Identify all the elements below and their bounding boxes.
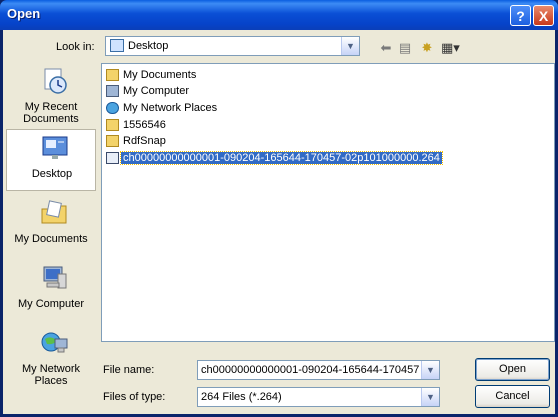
new-folder-icon[interactable]: ✸ [418, 40, 436, 55]
title-bar[interactable]: Open ? X [0, 0, 558, 30]
cancel-button[interactable]: Cancel [475, 385, 550, 408]
file-name-value: ch00000000000001-090204-165644-170457-02… [201, 364, 419, 376]
my-documents-icon [41, 200, 67, 224]
files-of-type-value: 264 Files (*.264) [201, 391, 282, 403]
open-dialog: Open ? X Look in: Desktop ▼ ⬅ ▤ ✸ ▦▾ My … [0, 0, 558, 417]
place-desktop[interactable]: Desktop [6, 129, 96, 191]
file-list[interactable]: My Documents My Computer My Network Plac… [101, 63, 555, 342]
computer-icon [106, 85, 119, 97]
my-documents-icon [106, 69, 119, 81]
view-menu-icon[interactable]: ▦▾ [441, 40, 460, 55]
desktop-icon [42, 136, 68, 159]
file-name-label: File name: [103, 364, 155, 376]
up-folder-icon[interactable]: ▤ [396, 40, 414, 55]
place-my-documents[interactable]: My Documents [6, 195, 96, 257]
computer-icon [43, 266, 67, 289]
dialog-title: Open [7, 6, 41, 21]
place-my-network-places[interactable]: My Network Places [6, 325, 96, 387]
network-icon [41, 332, 68, 353]
look-in-combo[interactable]: Desktop ▼ [105, 36, 360, 56]
desktop-icon [110, 39, 124, 52]
file-icon [106, 152, 119, 164]
back-arrow-icon[interactable]: ⬅ [377, 40, 395, 55]
place-label: My Documents [14, 233, 88, 245]
place-label: My Computer [17, 298, 85, 310]
selected-file-name: ch00000000000001-090204-165644-170457-02… [120, 151, 443, 165]
dialog-body: Look in: Desktop ▼ ⬅ ▤ ✸ ▦▾ My Recent Do… [3, 30, 555, 414]
place-my-computer[interactable]: My Computer [6, 260, 96, 322]
close-button[interactable]: X [533, 5, 554, 26]
help-button[interactable]: ? [510, 5, 531, 26]
place-label: My Network Places [21, 363, 81, 387]
file-name-field[interactable]: ch00000000000001-090204-165644-170457-02… [197, 360, 440, 380]
folder-icon [106, 119, 119, 131]
chevron-down-icon[interactable]: ▼ [421, 361, 439, 379]
places-bar: My Recent Documents Desktop My Documents [6, 63, 96, 407]
place-label: Desktop [31, 168, 73, 180]
chevron-down-icon[interactable]: ▼ [421, 388, 439, 406]
recent-documents-icon [44, 68, 67, 94]
look-in-value: Desktop [128, 40, 169, 52]
look-in-label: Look in: [56, 41, 95, 53]
place-label: My Recent Documents [23, 101, 79, 125]
folder-icon [106, 135, 119, 147]
network-icon [106, 102, 119, 114]
open-button[interactable]: Open [475, 358, 550, 381]
files-of-type-select[interactable]: 264 Files (*.264) ▼ [197, 387, 440, 407]
place-my-recent-documents[interactable]: My Recent Documents [6, 63, 96, 125]
files-of-type-label: Files of type: [103, 391, 166, 403]
chevron-down-icon[interactable]: ▼ [341, 37, 359, 55]
